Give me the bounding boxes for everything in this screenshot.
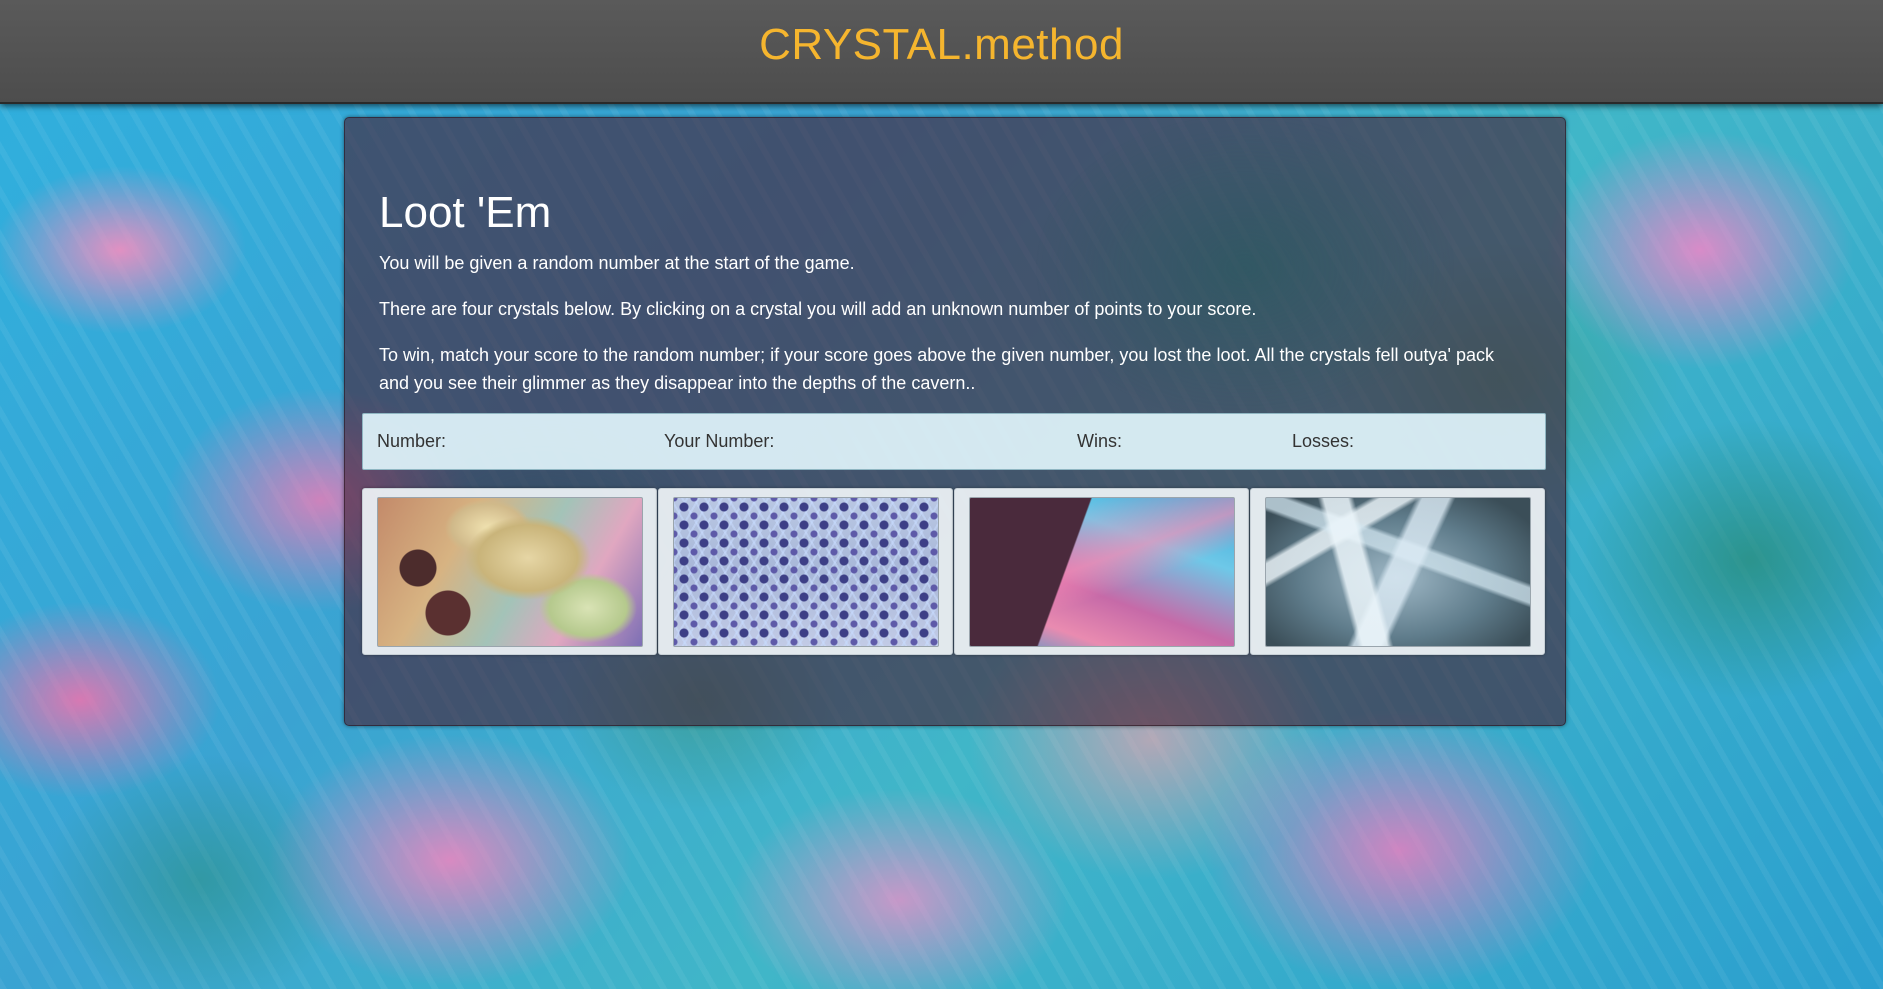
brand-title[interactable]: CRYSTAL.method xyxy=(759,20,1124,70)
crystal-row xyxy=(362,488,1550,658)
stats-bar: Number: Your Number: Wins: Losses: xyxy=(362,413,1546,470)
stat-your-number: Your Number: xyxy=(664,431,780,452)
stat-your-number-label: Your Number: xyxy=(664,431,775,451)
lattice-crystal-image[interactable] xyxy=(673,497,939,647)
prism-crystal-image[interactable] xyxy=(969,497,1235,647)
amber-crystal-image[interactable] xyxy=(377,497,643,647)
stat-number-label: Number: xyxy=(377,431,447,451)
stat-wins: Wins: xyxy=(1077,431,1128,452)
stat-losses: Losses: xyxy=(1292,431,1360,452)
selenite-crystal-image[interactable] xyxy=(1265,497,1531,647)
instruction-2: There are four crystals below. By clicki… xyxy=(379,299,1257,319)
crystal-2-button[interactable] xyxy=(658,488,953,655)
crystal-1-button[interactable] xyxy=(362,488,657,655)
instruction-3: To win, match your score to the random n… xyxy=(379,345,1495,393)
instruction-1: You will be given a random number at the… xyxy=(379,253,855,273)
stat-number: Number: xyxy=(377,431,452,452)
game-title: Loot 'Em xyxy=(379,188,552,237)
crystal-4-button[interactable] xyxy=(1250,488,1545,655)
crystal-3-button[interactable] xyxy=(954,488,1249,655)
stat-losses-label: Losses: xyxy=(1292,431,1355,451)
stat-wins-label: Wins: xyxy=(1077,431,1122,451)
navbar: CRYSTAL.method xyxy=(0,0,1883,104)
game-panel: Loot 'Em You will be given a random numb… xyxy=(344,117,1566,726)
